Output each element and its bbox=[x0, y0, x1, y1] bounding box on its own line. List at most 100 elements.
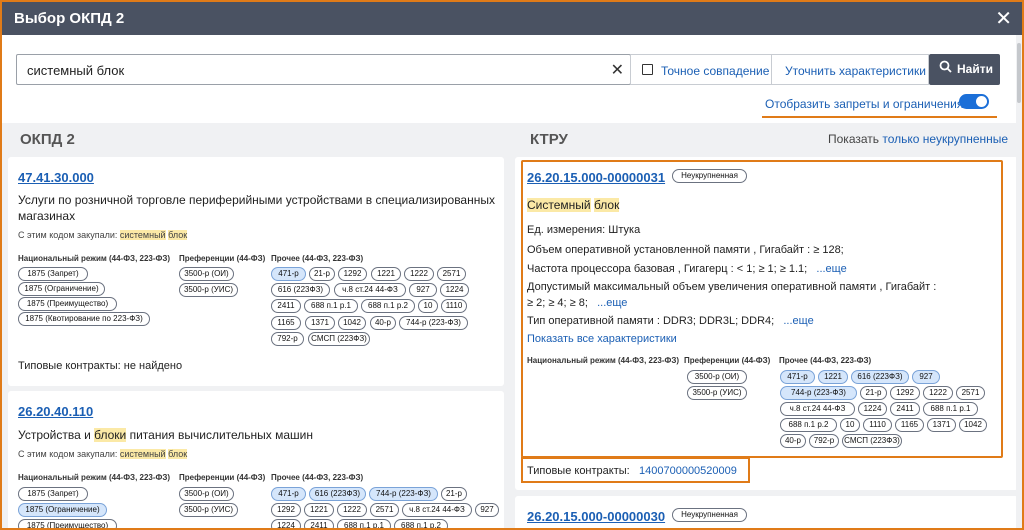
col-preferences: Преференции (44-ФЗ) bbox=[179, 254, 266, 263]
bought-term: системный bbox=[119, 449, 166, 459]
restriction-chip[interactable]: 1222 bbox=[337, 503, 367, 517]
restriction-chip[interactable]: 927 bbox=[475, 503, 499, 517]
restriction-chip[interactable]: 688 п.1 р.1 bbox=[304, 299, 358, 313]
restriction-chip[interactable]: 616 (223ФЗ) bbox=[851, 370, 909, 384]
restriction-chip[interactable]: 1110 bbox=[441, 299, 467, 313]
find-button[interactable]: Найти bbox=[929, 54, 1000, 85]
restriction-chip[interactable]: ч.8 ст.24 44-ФЗ bbox=[402, 503, 472, 517]
refine-label[interactable]: Уточнить характеристики bbox=[785, 64, 926, 78]
scrollbar[interactable] bbox=[1016, 35, 1022, 528]
restriction-chip[interactable]: 744-р (223-ФЗ) bbox=[399, 316, 468, 330]
bans-toggle-row[interactable]: Отобразить запреты и ограничения bbox=[762, 94, 997, 118]
restriction-chip[interactable]: ч.8 ст.24 44-ФЗ bbox=[334, 283, 406, 297]
restriction-chip[interactable]: 1221 bbox=[304, 503, 334, 517]
restriction-chip[interactable]: 2571 bbox=[370, 503, 399, 517]
restriction-chip[interactable]: 471-р bbox=[271, 487, 306, 501]
restriction-chip[interactable]: 792-р bbox=[271, 332, 304, 346]
close-icon[interactable]: ✕ bbox=[995, 6, 1012, 31]
restriction-chip[interactable]: 927 bbox=[409, 283, 437, 297]
restriction-chip[interactable]: СМСП (223ФЗ) bbox=[842, 434, 902, 448]
clear-icon[interactable]: ✕ bbox=[611, 60, 624, 80]
tc-link[interactable]: 1400700000520009 bbox=[639, 464, 737, 478]
restriction-chip[interactable]: 2571 bbox=[437, 267, 466, 281]
restriction-chip[interactable]: 744-р (223-ФЗ) bbox=[780, 386, 857, 400]
restriction-chip[interactable]: 616 (223ФЗ) bbox=[309, 487, 366, 501]
restriction-chip[interactable]: 1221 bbox=[371, 267, 401, 281]
restriction-chip[interactable]: 40-р bbox=[370, 316, 396, 330]
restriction-chip[interactable]: 616 (223ФЗ) bbox=[271, 283, 330, 297]
restriction-chip[interactable]: 1222 bbox=[404, 267, 434, 281]
restriction-chip[interactable]: 471-р bbox=[271, 267, 306, 281]
restriction-chip[interactable]: 1292 bbox=[271, 503, 301, 517]
restriction-chip[interactable]: 3500-р (УИС) bbox=[687, 386, 747, 400]
restriction-chip[interactable]: 3500-р (ОИ) bbox=[179, 487, 234, 501]
checkbox-icon[interactable] bbox=[642, 64, 653, 75]
exact-match-checkbox[interactable]: Точное совпадение bbox=[630, 54, 772, 85]
restriction-chip[interactable]: СМСП (223ФЗ) bbox=[308, 332, 370, 346]
restriction-chip[interactable]: 10 bbox=[418, 299, 438, 313]
restriction-chip[interactable]: 688 п.1 р.1 bbox=[337, 519, 391, 528]
exact-match-label[interactable]: Точное совпадение bbox=[661, 64, 769, 78]
restriction-chip[interactable]: 1371 bbox=[927, 418, 956, 432]
restriction-chip[interactable]: 688 п.1 р.2 bbox=[361, 299, 415, 313]
restriction-chip[interactable]: 1875 (Запрет) bbox=[18, 267, 88, 281]
restriction-chip[interactable]: 792-р bbox=[809, 434, 839, 448]
restriction-chip[interactable]: 21-р bbox=[441, 487, 467, 501]
ktru-code-link[interactable]: 26.20.15.000-00000030 bbox=[527, 509, 665, 524]
restriction-chip[interactable]: 1292 bbox=[890, 386, 920, 400]
restriction-chip[interactable]: 1875 (Преимущество) bbox=[18, 519, 117, 528]
search-value[interactable]: системный блок bbox=[27, 63, 124, 78]
restriction-chip[interactable]: 1875 (Ограничение) bbox=[18, 282, 105, 296]
show-only-link[interactable]: только неукрупненные bbox=[882, 132, 1008, 146]
restriction-chip[interactable]: 3500-р (ОИ) bbox=[179, 267, 234, 281]
restriction-chip[interactable]: 3500-р (УИС) bbox=[179, 503, 238, 517]
show-all-characteristics-link[interactable]: Показать все характеристики bbox=[527, 332, 677, 346]
restriction-chip[interactable]: 1875 (Ограничение) bbox=[18, 503, 107, 517]
restriction-chip[interactable]: 1165 bbox=[895, 418, 924, 432]
find-label[interactable]: Найти bbox=[957, 62, 993, 76]
restriction-chip[interactable]: 1875 (Преимущество) bbox=[18, 297, 117, 311]
restriction-chip[interactable]: 471-р bbox=[780, 370, 815, 384]
restriction-chip[interactable]: 3500-р (ОИ) bbox=[687, 370, 747, 384]
bans-label[interactable]: Отобразить запреты и ограничения bbox=[765, 97, 963, 111]
restriction-chip[interactable]: 1875 (Квотирование по 223-ФЗ) bbox=[18, 312, 150, 326]
okpd-code-link[interactable]: 47.41.30.000 bbox=[18, 170, 94, 185]
restriction-chip[interactable]: 2411 bbox=[890, 402, 920, 416]
scrollbar-thumb[interactable] bbox=[1017, 43, 1021, 103]
restriction-chip[interactable]: 21-р bbox=[860, 386, 887, 400]
okpd-card: 47.41.30.000 Услуги по розничной торговл… bbox=[8, 157, 504, 386]
restriction-chip[interactable]: 688 п.1 р.1 bbox=[923, 402, 978, 416]
restriction-chip[interactable]: 40-р bbox=[780, 434, 806, 448]
restriction-chip[interactable]: 2411 bbox=[304, 519, 334, 528]
more-link[interactable]: ...еще bbox=[816, 263, 846, 275]
restriction-chip[interactable]: 1224 bbox=[271, 519, 301, 528]
restriction-chip[interactable]: 1371 bbox=[305, 316, 335, 330]
restriction-chip[interactable]: 3500-р (УИС) bbox=[179, 283, 238, 297]
restriction-chip[interactable]: 1224 bbox=[858, 402, 887, 416]
restriction-chip[interactable]: 1042 bbox=[959, 418, 987, 432]
more-link[interactable]: ...еще bbox=[597, 297, 627, 309]
okpd-code-link[interactable]: 26.20.40.110 bbox=[18, 404, 93, 419]
restriction-chip[interactable]: 688 п.1 р.2 bbox=[780, 418, 837, 432]
restriction-chip[interactable]: 927 bbox=[912, 370, 940, 384]
restriction-chip[interactable]: 1224 bbox=[440, 283, 469, 297]
restriction-chip[interactable]: 744-р (223-ФЗ) bbox=[369, 487, 438, 501]
restriction-chip[interactable]: ч.8 ст.24 44-ФЗ bbox=[780, 402, 855, 416]
restriction-chip[interactable]: 1165 bbox=[271, 316, 301, 330]
ktru-code-link[interactable]: 26.20.15.000-00000031 bbox=[527, 170, 665, 185]
restriction-chip[interactable]: 1042 bbox=[338, 316, 366, 330]
restriction-chip[interactable]: 1221 bbox=[818, 370, 848, 384]
restriction-chip[interactable]: 2411 bbox=[271, 299, 301, 313]
restriction-chip[interactable]: 21-р bbox=[309, 267, 335, 281]
restriction-chip[interactable]: 688 п.1 р.2 bbox=[394, 519, 448, 528]
restriction-chip[interactable]: 1222 bbox=[923, 386, 953, 400]
restriction-chip[interactable]: 1875 (Запрет) bbox=[18, 487, 88, 501]
restriction-chip[interactable]: 10 bbox=[840, 418, 860, 432]
bans-toggle[interactable] bbox=[959, 94, 989, 109]
search-input[interactable]: системный блок ✕ bbox=[16, 54, 631, 85]
restriction-chip[interactable]: 1110 bbox=[863, 418, 892, 432]
restriction-chip[interactable]: 1292 bbox=[338, 267, 367, 281]
more-link[interactable]: ...еще bbox=[783, 315, 813, 327]
refine-characteristics-button[interactable]: Уточнить характеристики bbox=[771, 54, 929, 85]
restriction-chip[interactable]: 2571 bbox=[956, 386, 985, 400]
